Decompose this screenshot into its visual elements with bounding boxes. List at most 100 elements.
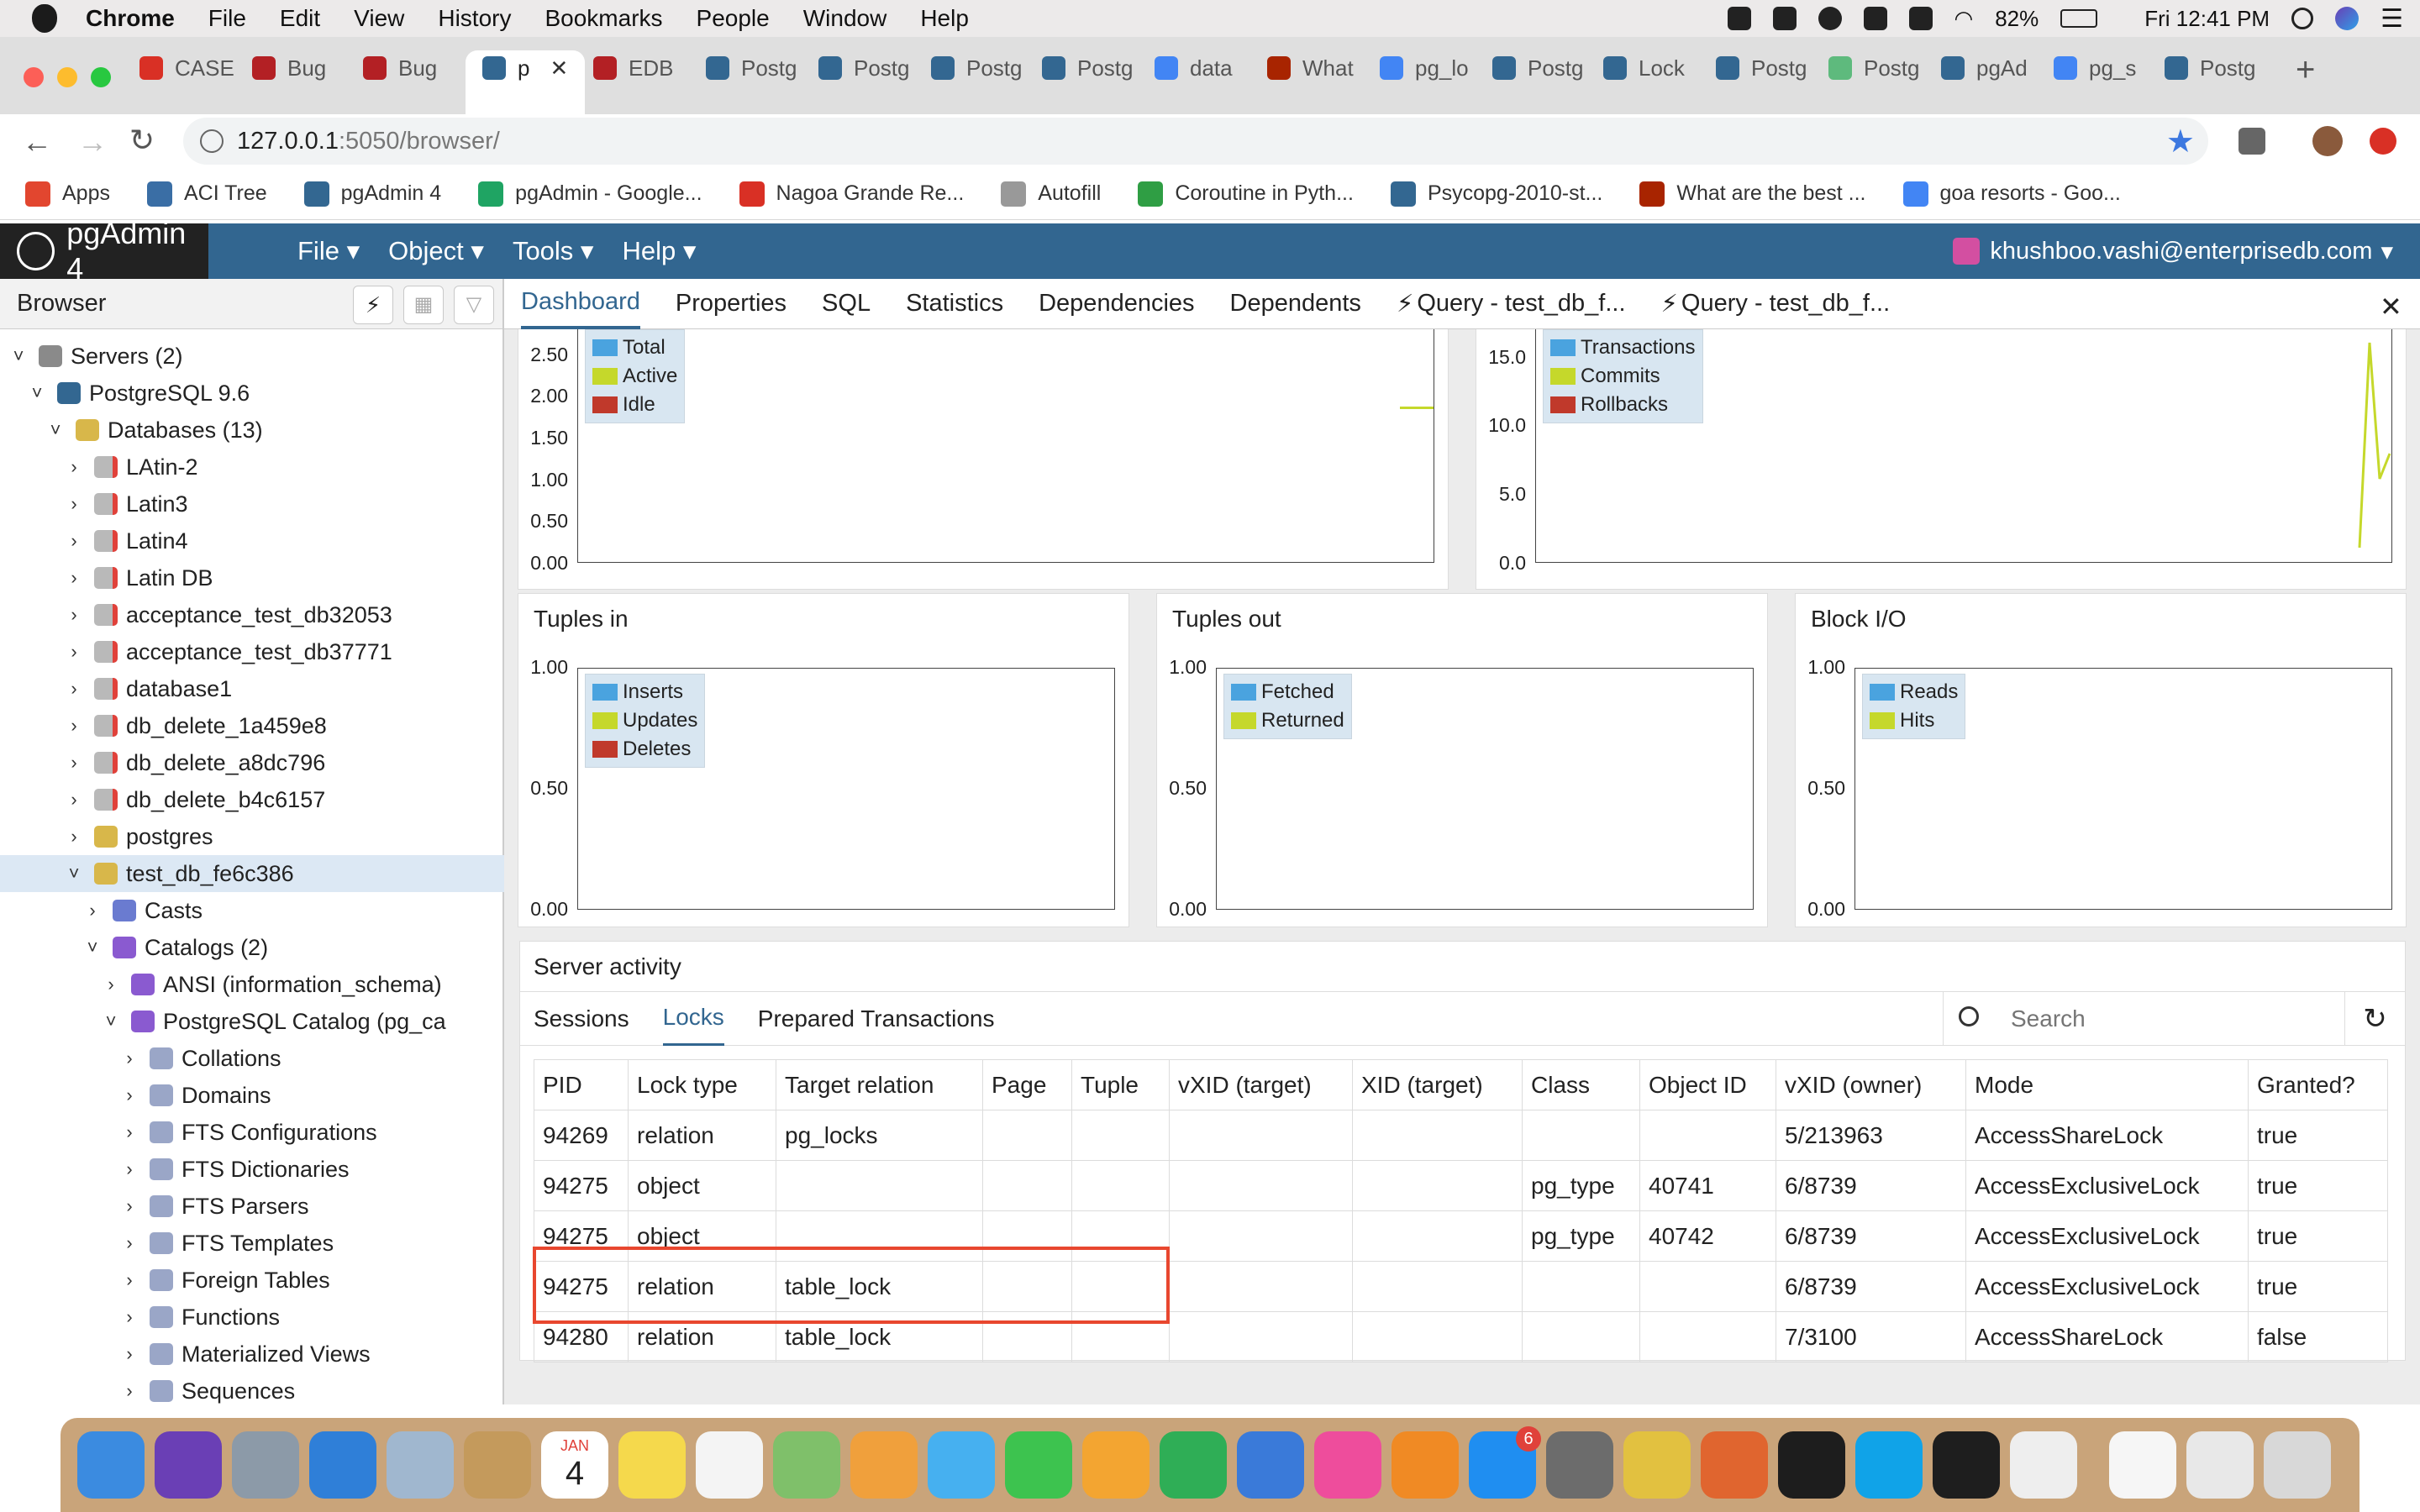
browser-tab[interactable]: Postg (1492, 55, 1595, 81)
close-panel-icon[interactable]: ✕ (2380, 291, 2402, 323)
tree-node[interactable]: › acceptance_test_db37771 (0, 633, 504, 670)
chevron-right-icon[interactable]: › (62, 789, 86, 811)
table-row[interactable]: 94269 relation pg_locks 5/213963 AccessShare… (534, 1110, 2388, 1161)
close-tab-icon[interactable]: ✕ (550, 55, 568, 81)
calendar-icon[interactable]: JAN 4 (541, 1431, 608, 1499)
chevron-right-icon[interactable]: › (118, 1047, 141, 1069)
chevron-down-icon[interactable]: ˅ (81, 937, 104, 958)
chevron-right-icon[interactable]: › (118, 1158, 141, 1180)
panel-tab[interactable]: Statistics (906, 279, 1003, 329)
pg-menu-tools[interactable]: Tools ▾ (513, 236, 594, 266)
books-icon[interactable] (1392, 1431, 1459, 1499)
tree-node[interactable]: ˅ PostgreSQL 9.6 (0, 375, 504, 412)
column-header[interactable]: Granted? (2248, 1059, 2388, 1110)
browser-tab[interactable]: Postg (706, 55, 808, 81)
apple-icon[interactable] (32, 4, 57, 33)
tree-node[interactable]: › db_delete_a8dc796 (0, 744, 504, 781)
airplay-icon[interactable] (1908, 7, 1933, 30)
column-header[interactable]: Tuple (1071, 1059, 1170, 1110)
info-icon[interactable] (200, 129, 224, 153)
query-tool-button[interactable]: ⚡ (353, 286, 393, 324)
launchpad-icon[interactable] (232, 1431, 299, 1499)
textedit-icon[interactable] (2010, 1431, 2077, 1499)
notification-center-icon[interactable]: ☰ (2381, 4, 2403, 34)
tree-node[interactable]: › Foreign Tables (0, 1262, 504, 1299)
tree-node[interactable]: › Collations (0, 1040, 504, 1077)
mail-icon[interactable] (387, 1431, 454, 1499)
bookmark-item[interactable]: Nagoa Grande Re... (739, 181, 964, 207)
browser-tab[interactable]: What (1267, 55, 1370, 81)
chevron-down-icon[interactable]: ˅ (25, 382, 49, 404)
column-header[interactable]: vXID (owner) (1776, 1059, 1966, 1110)
tree-node[interactable]: › Sequences (0, 1373, 504, 1410)
siri-icon[interactable] (2335, 7, 2360, 30)
appstore-icon[interactable]: 6 (1469, 1426, 1541, 1499)
tree-node[interactable]: › Domains (0, 1077, 504, 1114)
column-header[interactable]: Object ID (1639, 1059, 1776, 1110)
column-header[interactable]: XID (target) (1352, 1059, 1523, 1110)
tree-node[interactable]: ˅ Servers (2) (0, 338, 504, 375)
chevron-right-icon[interactable]: › (118, 1121, 141, 1143)
profile-avatar[interactable] (2312, 126, 2343, 156)
bookmark-item[interactable]: ACI Tree (146, 181, 267, 207)
browser-tab[interactable]: Postg (1828, 55, 1931, 81)
evernote-icon[interactable] (1772, 7, 1797, 30)
bookmark-item[interactable]: Autofill (1001, 181, 1101, 207)
photos-icon[interactable] (850, 1431, 918, 1499)
chevron-right-icon[interactable]: › (62, 641, 86, 663)
chevron-right-icon[interactable]: › (62, 456, 86, 478)
column-header[interactable]: Page (982, 1059, 1072, 1110)
panel-tab[interactable]: Properties (676, 279, 786, 329)
chevron-down-icon[interactable]: ˅ (62, 863, 86, 885)
finder-icon[interactable] (77, 1431, 145, 1499)
bookmark-item[interactable]: pgAdmin 4 (303, 181, 441, 207)
numbers-icon[interactable] (1160, 1431, 1227, 1499)
tree-node[interactable]: › database1 (0, 670, 504, 707)
menu-window[interactable]: Window (803, 5, 887, 32)
panel-tab[interactable]: ⚡ Query - test_db_f... (1661, 279, 1891, 329)
skype-status-icon[interactable] (1818, 7, 1842, 30)
new-tab-button[interactable]: + (2296, 53, 2315, 87)
menu-edit[interactable]: Edit (280, 5, 320, 32)
filter-button[interactable]: ▽ (454, 286, 494, 324)
chevron-right-icon[interactable]: › (62, 493, 86, 515)
tree-node[interactable]: ˅ PostgreSQL Catalog (pg_ca (0, 1003, 504, 1040)
chevron-right-icon[interactable]: › (118, 1343, 141, 1365)
chevron-right-icon[interactable]: › (118, 1232, 141, 1254)
browser-tab[interactable]: pg_s (2054, 55, 2156, 81)
chevron-right-icon[interactable]: › (81, 900, 104, 921)
trash-icon[interactable] (2264, 1431, 2331, 1499)
bookmark-item[interactable]: Apps (25, 181, 110, 207)
refresh-icon[interactable]: ↻ (2344, 992, 2405, 1046)
contacts-icon[interactable] (464, 1431, 531, 1499)
chevron-right-icon[interactable]: › (118, 1084, 141, 1106)
system-preferences-icon[interactable] (1546, 1431, 1613, 1499)
notes-icon[interactable] (618, 1431, 686, 1499)
tree-node[interactable]: ˅ Catalogs (2) (0, 929, 504, 966)
chevron-right-icon[interactable]: › (62, 530, 86, 552)
tree-node[interactable]: ˅ Databases (13) (0, 412, 504, 449)
menu-people[interactable]: People (697, 5, 770, 32)
vmware-icon[interactable] (1701, 1431, 1768, 1499)
menu-history[interactable]: History (438, 5, 511, 32)
maximize-window-icon[interactable] (91, 67, 111, 87)
skype-icon[interactable] (1855, 1431, 1923, 1499)
chevron-right-icon[interactable]: › (62, 752, 86, 774)
reload-icon[interactable]: ↻ (129, 123, 155, 158)
pg-menu-object[interactable]: Object ▾ (388, 236, 484, 266)
chevron-right-icon[interactable]: › (99, 974, 123, 995)
search-input[interactable] (1994, 994, 2330, 1044)
chevron-right-icon[interactable]: › (118, 1195, 141, 1217)
status-app-icon[interactable] (1727, 7, 1751, 30)
maps-icon[interactable] (773, 1431, 840, 1499)
panel-tab[interactable]: Dashboard (521, 279, 640, 329)
tree-node[interactable]: › FTS Dictionaries (0, 1151, 504, 1188)
messages-icon[interactable] (928, 1431, 995, 1499)
forward-icon[interactable]: → (77, 124, 108, 160)
chevron-down-icon[interactable]: ˅ (99, 1011, 123, 1032)
tree-node[interactable]: › Latin4 (0, 522, 504, 559)
chevron-down-icon[interactable]: ˅ (7, 345, 30, 367)
tree-node[interactable]: › FTS Parsers (0, 1188, 504, 1225)
browser-tab[interactable]: Lock (1603, 55, 1706, 81)
tree-node[interactable]: › Casts (0, 892, 504, 929)
